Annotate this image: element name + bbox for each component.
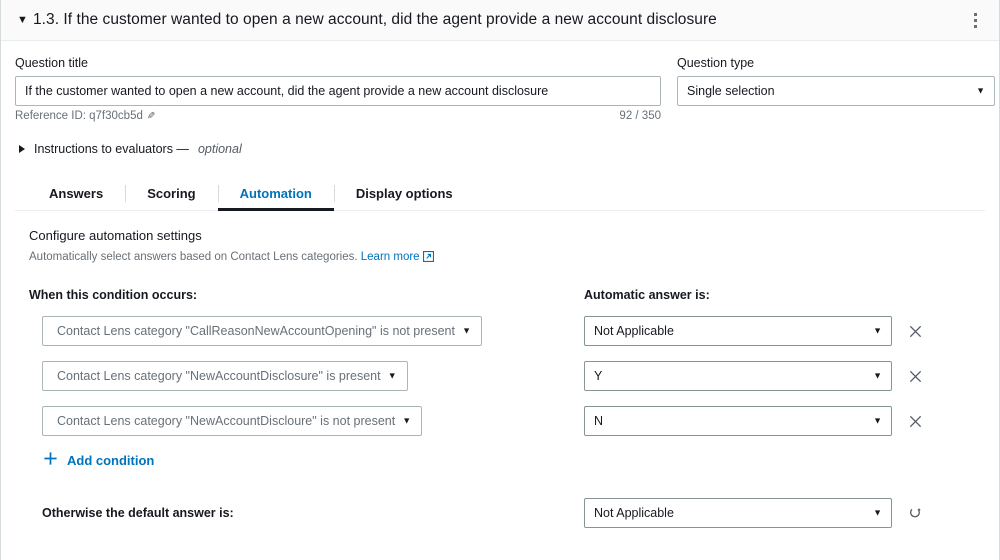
question-type-label: Question type (677, 56, 755, 70)
condition-column-header: When this condition occurs: (29, 286, 584, 304)
question-title-subline: Reference ID: q7f30cb5d ✎ 92 / 350 (15, 110, 661, 122)
chevron-down-icon: ▼ (402, 415, 412, 426)
plus-icon (43, 451, 58, 469)
condition-value-3: Contact Lens category "NewAccountDisclou… (57, 414, 396, 428)
chevron-down-icon: ▼ (462, 325, 471, 336)
external-link-icon (422, 251, 434, 267)
answer-column-header: Automatic answer is: (584, 286, 985, 304)
default-answer-cell: Not Applicable ▼ (584, 498, 925, 528)
question-title-label: Question title (15, 56, 88, 70)
answer-column-label: Automatic answer is: (584, 288, 710, 302)
answer-cell: N ▼ (584, 406, 925, 436)
question-title-group: Question title If the customer wanted to… (15, 55, 661, 122)
answer-select-1[interactable]: Not Applicable ▼ (584, 316, 892, 346)
condition-column-label: When this condition occurs: (29, 288, 198, 302)
reference-id-text: Reference ID: q7f30cb5d (15, 110, 143, 122)
tab-display-options[interactable]: Display options (333, 176, 475, 210)
reference-id: Reference ID: q7f30cb5d ✎ (15, 110, 155, 122)
condition-cell: Contact Lens category "NewAccountDisclou… (29, 406, 584, 436)
answer-value-1: Not Applicable (594, 324, 674, 338)
default-answer-label: Otherwise the default answer is: (42, 506, 234, 520)
remove-condition-button-2[interactable] (905, 366, 925, 386)
default-answer-select[interactable]: Not Applicable ▼ (584, 498, 892, 528)
reset-default-answer-button[interactable] (905, 503, 925, 523)
tab-answers[interactable]: Answers (27, 176, 125, 210)
remove-condition-button-3[interactable] (905, 411, 925, 431)
page-title: 1.3. If the customer wanted to open a ne… (33, 11, 717, 28)
tab-automation-label: Automation (239, 186, 312, 201)
condition-select-2[interactable]: Contact Lens category "NewAccountDisclos… (42, 361, 408, 391)
automation-column-headers: When this condition occurs: Automatic an… (29, 286, 985, 304)
question-title-input[interactable]: If the customer wanted to open a new acc… (15, 76, 661, 106)
default-answer-value: Not Applicable (594, 506, 674, 520)
answer-value-3: N (594, 414, 604, 428)
tab-answers-label: Answers (49, 186, 104, 201)
kebab-menu-icon[interactable] (965, 8, 985, 32)
tab-scoring-label: Scoring (147, 186, 196, 201)
answer-select-2[interactable]: Y ▼ (584, 361, 892, 391)
condition-value-1: Contact Lens category "CallReasonNewAcco… (57, 324, 455, 338)
char-counter: 92 / 350 (619, 110, 661, 122)
condition-select-3[interactable]: Contact Lens category "NewAccountDisclou… (42, 406, 423, 436)
pencil-icon[interactable]: ✎ (147, 111, 155, 122)
condition-rows: Contact Lens category "CallReasonNewAcco… (29, 316, 985, 436)
instructions-label: Instructions to evaluators — (34, 142, 189, 156)
instructions-optional: optional (197, 142, 242, 156)
tab-scoring[interactable]: Scoring (125, 176, 217, 210)
condition-row: Contact Lens category "CallReasonNewAcco… (29, 316, 985, 346)
answer-select-3[interactable]: N ▼ (584, 406, 892, 436)
condition-select-1[interactable]: Contact Lens category "CallReasonNewAcco… (42, 316, 482, 346)
tabs-container: Answers Scoring Automation Display optio… (15, 176, 985, 211)
question-type-group: Question type Single selection ▼ (677, 55, 995, 122)
chevron-down-icon: ▼ (873, 507, 882, 518)
automation-section: Configure automation settings Automatica… (15, 211, 985, 528)
answer-value-2: Y (594, 369, 603, 383)
condition-cell: Contact Lens category "NewAccountDisclos… (29, 361, 584, 391)
chevron-down-icon: ▼ (873, 415, 882, 426)
card-header: ▼ 1.3. If the customer wanted to open a … (1, 0, 999, 41)
caret-down-icon[interactable]: ▼ (17, 14, 31, 26)
caret-right-icon (19, 145, 25, 153)
learn-more-link[interactable]: Learn more (361, 251, 434, 263)
automation-description-text: Automatically select answers based on Co… (29, 251, 361, 263)
condition-cell: Contact Lens category "CallReasonNewAcco… (29, 316, 584, 346)
tab-list: Answers Scoring Automation Display optio… (27, 176, 985, 211)
remove-condition-button-1[interactable] (905, 321, 925, 341)
chevron-down-icon: ▼ (873, 325, 882, 336)
condition-row: Contact Lens category "NewAccountDisclos… (29, 361, 985, 391)
instructions-expander[interactable]: Instructions to evaluators — optional (15, 142, 985, 156)
answer-cell: Y ▼ (584, 361, 925, 391)
chevron-down-icon: ▼ (873, 370, 882, 381)
answer-cell: Not Applicable ▼ (584, 316, 925, 346)
question-card: ▼ 1.3. If the customer wanted to open a … (0, 0, 1000, 560)
tab-automation[interactable]: Automation (217, 176, 335, 211)
learn-more-label: Learn more (360, 251, 420, 263)
automation-section-description: Automatically select answers based on Co… (29, 249, 985, 267)
add-condition-button[interactable]: Add condition (43, 451, 985, 469)
question-fields-row: Question title If the customer wanted to… (15, 55, 995, 122)
chevron-down-icon: ▼ (387, 370, 397, 381)
condition-value-2: Contact Lens category "NewAccountDisclos… (57, 369, 381, 383)
automation-section-title: Configure automation settings (29, 228, 202, 243)
question-type-select[interactable]: Single selection ▼ (677, 76, 995, 106)
add-condition-label: Add condition (67, 452, 155, 468)
chevron-down-icon: ▼ (976, 85, 985, 96)
condition-row: Contact Lens category "NewAccountDisclou… (29, 406, 985, 436)
card-body: Question title If the customer wanted to… (1, 41, 999, 528)
question-type-value: Single selection (687, 84, 775, 98)
tab-display-options-label: Display options (355, 186, 453, 201)
default-answer-row: Otherwise the default answer is: Not App… (29, 498, 985, 528)
